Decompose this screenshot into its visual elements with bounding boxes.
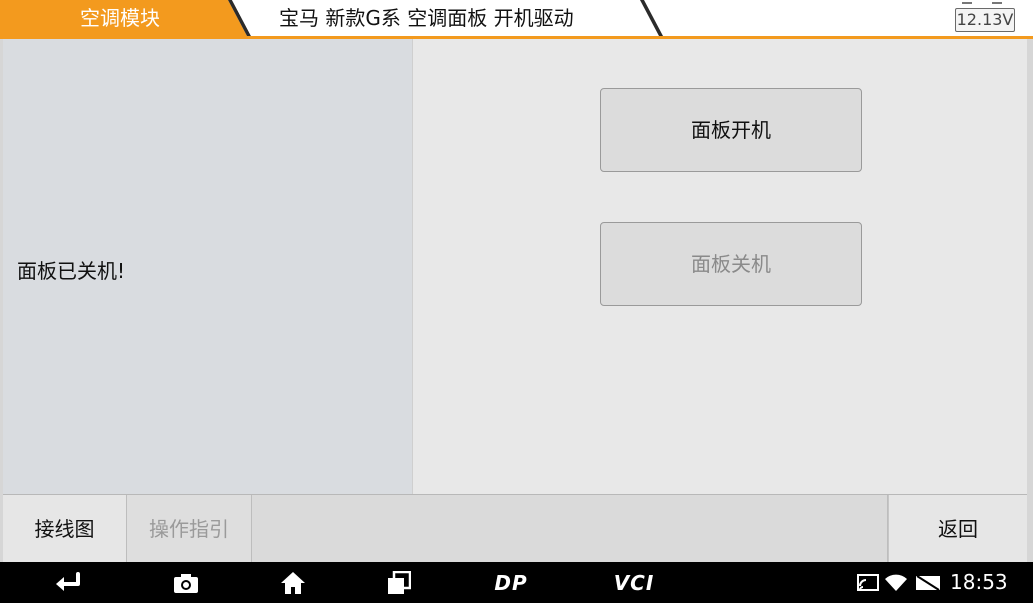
module-tab[interactable]: 空调模块: [80, 0, 160, 36]
top-bar: 空调模块 宝马 新款G系 空调面板 开机驱动 12.13V: [0, 0, 1033, 38]
battery-terminal-icon: [992, 2, 1002, 4]
back-icon[interactable]: [52, 562, 86, 603]
function-bar-spacer: [252, 495, 888, 563]
action-panel: 面板开机 面板关机: [412, 39, 1027, 494]
function-bar: 接线图 操作指引 返回: [3, 494, 1027, 563]
system-nav-bar: DP VCI 18:53: [0, 562, 1033, 603]
back-button[interactable]: 返回: [888, 495, 1027, 563]
no-sim-icon: [914, 562, 942, 603]
battery-terminal-icon: [962, 2, 972, 4]
panel-on-button[interactable]: 面板开机: [600, 88, 862, 172]
status-message: 面板已关机!: [17, 259, 126, 283]
camera-icon[interactable]: [171, 562, 201, 603]
path-tab[interactable]: 宝马 新款G系 空调面板 开机驱动: [279, 0, 574, 36]
vci-icon[interactable]: VCI: [606, 562, 662, 603]
wiring-diagram-button[interactable]: 接线图: [3, 495, 127, 563]
app-window: 空调模块 宝马 新款G系 空调面板 开机驱动 12.13V 面板已关机! 面板开…: [0, 0, 1033, 603]
wifi-icon: [883, 562, 909, 603]
operation-guide-button[interactable]: 操作指引: [127, 495, 252, 563]
recent-apps-icon[interactable]: [384, 562, 414, 603]
clock: 18:53: [950, 570, 1008, 594]
home-icon[interactable]: [278, 562, 308, 603]
cast-icon: [856, 562, 880, 603]
panel-off-button[interactable]: 面板关机: [600, 222, 862, 306]
dp-icon[interactable]: DP: [485, 562, 537, 603]
status-panel: 面板已关机!: [3, 39, 412, 494]
battery-voltage: 12.13V: [955, 8, 1015, 32]
